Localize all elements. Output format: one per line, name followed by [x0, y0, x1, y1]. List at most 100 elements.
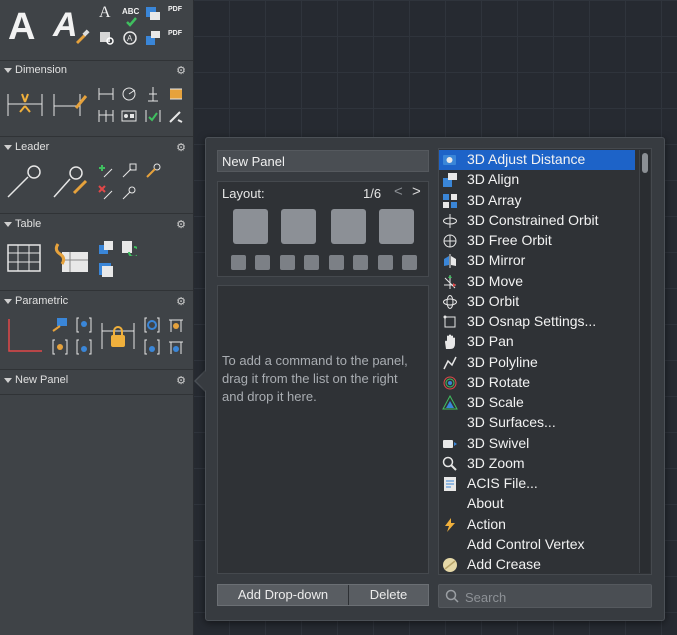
- table-header[interactable]: Table ⚙: [0, 216, 193, 234]
- delete-constraint-icon[interactable]: [168, 317, 184, 333]
- layout-large-slot[interactable]: [379, 209, 414, 244]
- remove-leader-icon[interactable]: [98, 185, 114, 201]
- layout-small-slot[interactable]: [402, 255, 417, 270]
- show-constraint-icon[interactable]: [76, 317, 92, 333]
- layout-small-slot[interactable]: [304, 255, 319, 270]
- quick-dimension-icon[interactable]: [6, 86, 44, 118]
- add-leader-icon[interactable]: [98, 163, 114, 179]
- layout-small-slot[interactable]: [378, 255, 393, 270]
- layout-small-slot[interactable]: [353, 255, 368, 270]
- layout-large-slot[interactable]: [281, 209, 316, 244]
- single-line-text-icon[interactable]: A: [99, 4, 111, 22]
- command-list-item[interactable]: Add Control Vertex: [439, 535, 635, 555]
- gear-icon[interactable]: ⚙: [176, 141, 186, 154]
- pdf-import-icon[interactable]: PDF: [168, 6, 182, 13]
- search-input[interactable]: [463, 587, 647, 607]
- new-panel-header[interactable]: New Panel ⚙: [0, 372, 193, 390]
- layout-large-slot[interactable]: [233, 209, 268, 244]
- layout-small-slot[interactable]: [329, 255, 344, 270]
- command-list-item[interactable]: About: [439, 494, 635, 514]
- ordinate-dim-icon[interactable]: [145, 86, 161, 102]
- layout-next-button[interactable]: >: [412, 183, 421, 200]
- layout-large-slot[interactable]: [331, 209, 366, 244]
- command-list-item[interactable]: 3D Rotate: [439, 373, 635, 393]
- command-list[interactable]: 3D Adjust Distance 3D Align 3D Array 3D Con…: [438, 148, 652, 575]
- collapse-triangle-icon[interactable]: [4, 378, 12, 383]
- command-list-item[interactable]: 3D Align: [439, 170, 635, 190]
- param-manager-icon[interactable]: [144, 339, 160, 355]
- data-link-icon[interactable]: [52, 240, 90, 274]
- radius-dim-icon[interactable]: [121, 86, 137, 102]
- command-list-item[interactable]: 3D Mirror: [439, 251, 635, 271]
- command-list-item[interactable]: Action: [439, 515, 635, 535]
- hide-constraint-icon[interactable]: [52, 339, 68, 355]
- parametric-header[interactable]: Parametric ⚙: [0, 293, 193, 311]
- collapse-triangle-icon[interactable]: [4, 68, 12, 73]
- dim-tools-icon[interactable]: [168, 108, 184, 124]
- add-dropdown-button[interactable]: Add Drop-down: [218, 585, 349, 605]
- dimensional-constraint-icon[interactable]: [100, 319, 136, 353]
- layout-small-slot[interactable]: [231, 255, 246, 270]
- command-list-item[interactable]: 3D Polyline: [439, 353, 635, 373]
- pdf-text-icon[interactable]: PDF: [168, 30, 182, 37]
- layout-prev-button[interactable]: <: [394, 183, 403, 200]
- baseline-dim-icon[interactable]: [168, 86, 184, 102]
- command-list-item[interactable]: 3D Swivel: [439, 434, 635, 454]
- constraint-settings-icon[interactable]: [144, 317, 160, 333]
- extract-data-icon[interactable]: [98, 262, 114, 278]
- continue-dim-icon[interactable]: [98, 108, 114, 124]
- command-list-item[interactable]: 3D Free Orbit: [439, 231, 635, 251]
- command-list-item[interactable]: 3D Surfaces...: [439, 413, 635, 433]
- find-text-icon[interactable]: [99, 30, 115, 46]
- layout-small-slot[interactable]: [255, 255, 270, 270]
- multileader-icon[interactable]: [6, 163, 44, 199]
- dimension-style-icon[interactable]: [52, 88, 90, 118]
- text-frame-icon[interactable]: [145, 6, 161, 22]
- command-list-item[interactable]: 3D Array: [439, 191, 635, 211]
- auto-constrain-icon[interactable]: [52, 317, 68, 333]
- gear-icon[interactable]: ⚙: [176, 295, 186, 308]
- delete-button[interactable]: Delete: [349, 585, 428, 605]
- dim-update-icon[interactable]: [145, 108, 161, 124]
- leader-header[interactable]: Leader ⚙: [0, 139, 193, 157]
- command-list-item[interactable]: 3D Pan: [439, 332, 635, 352]
- command-list-item[interactable]: ACIS File...: [439, 474, 635, 494]
- command-list-item[interactable]: Add Crease: [439, 555, 635, 574]
- table-style-icon[interactable]: [98, 240, 114, 256]
- command-list-item[interactable]: 3D Orbit: [439, 292, 635, 312]
- linear-dim-icon[interactable]: [98, 86, 114, 102]
- collapse-triangle-icon[interactable]: [4, 222, 12, 227]
- gear-icon[interactable]: ⚙: [176, 64, 186, 77]
- command-drop-area[interactable]: To add a command to the panel, drag it f…: [217, 285, 429, 574]
- scrollbar-thumb[interactable]: [642, 153, 648, 173]
- command-list-scrollbar[interactable]: [639, 150, 650, 573]
- command-list-item[interactable]: 3D Zoom: [439, 454, 635, 474]
- command-list-item[interactable]: 3D Move: [439, 272, 635, 292]
- text-align-icon[interactable]: [145, 30, 161, 46]
- layout-small-slot[interactable]: [280, 255, 295, 270]
- leader-style-icon[interactable]: [121, 185, 137, 201]
- command-list-item[interactable]: 3D Adjust Distance: [439, 150, 635, 170]
- update-fields-icon[interactable]: [121, 240, 137, 256]
- multileader-style-icon[interactable]: [52, 163, 90, 199]
- table-icon[interactable]: [7, 244, 41, 272]
- dimension-header[interactable]: Dimension ⚙: [0, 62, 193, 80]
- command-list-item[interactable]: 3D Scale: [439, 393, 635, 413]
- align-leader-icon[interactable]: [121, 163, 137, 179]
- text-a-icon[interactable]: A: [8, 6, 35, 49]
- geometric-constraint-icon[interactable]: [6, 317, 44, 355]
- find-replace-icon[interactable]: A: [122, 30, 138, 46]
- collapse-triangle-icon[interactable]: [4, 145, 12, 150]
- collapse-triangle-icon[interactable]: [4, 299, 12, 304]
- command-list-item[interactable]: 3D Osnap Settings...: [439, 312, 635, 332]
- convert-constraint-icon[interactable]: [168, 339, 184, 355]
- tolerance-icon[interactable]: [121, 108, 137, 124]
- constraint-bar-icon[interactable]: [76, 339, 92, 355]
- collect-leader-icon[interactable]: [145, 163, 161, 179]
- section-title: Dimension: [15, 64, 67, 76]
- command-list-item[interactable]: 3D Constrained Orbit: [439, 211, 635, 231]
- panel-name-field[interactable]: New Panel: [217, 150, 429, 172]
- gear-icon[interactable]: ⚙: [176, 218, 186, 231]
- command-search[interactable]: [438, 584, 652, 608]
- gear-icon[interactable]: ⚙: [176, 374, 186, 387]
